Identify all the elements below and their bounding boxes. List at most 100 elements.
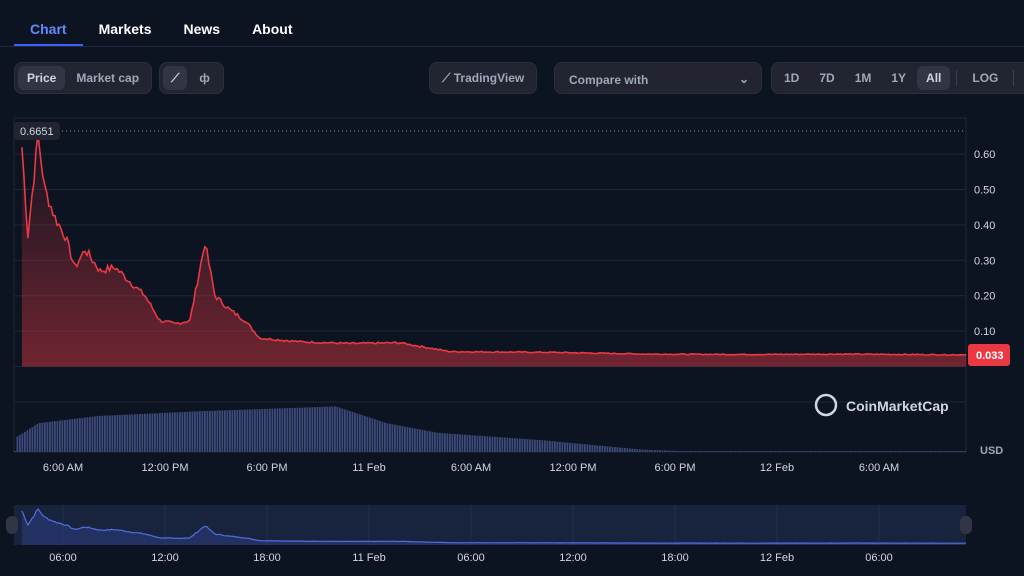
- volume-bar: [594, 445, 596, 452]
- volume-bar: [534, 439, 536, 452]
- volume-bar: [294, 407, 296, 452]
- volume-bar: [386, 423, 389, 452]
- volume-bar: [581, 444, 584, 452]
- volume-bar: [466, 434, 469, 452]
- volume-bar: [364, 415, 366, 452]
- volume-bar: [314, 407, 316, 452]
- volume-bar: [96, 416, 99, 452]
- volume-bar: [349, 411, 351, 452]
- volume-bar: [674, 450, 676, 452]
- volume-bar: [586, 444, 589, 452]
- high-label: 0.6651: [20, 126, 54, 138]
- volume-bar: [649, 449, 651, 452]
- volume-bar: [74, 418, 76, 452]
- volume-bar: [801, 451, 804, 452]
- volume-bar: [839, 451, 841, 452]
- volume-bar: [871, 451, 874, 452]
- volume-bar: [634, 448, 636, 452]
- volume-bar: [891, 451, 894, 452]
- volume-bar: [604, 446, 606, 452]
- x-tick-label: 6:00 AM: [859, 462, 899, 474]
- volume-bar: [519, 438, 521, 452]
- volume-bar: [764, 451, 766, 452]
- volume-bar: [596, 445, 599, 452]
- volume-bar: [654, 450, 656, 452]
- volume-bar: [276, 408, 279, 452]
- volume-bar: [589, 444, 591, 452]
- volume-bar: [326, 406, 329, 452]
- volume-bar: [189, 411, 191, 452]
- volume-bar: [274, 408, 276, 452]
- volume-bar: [556, 441, 559, 452]
- volume-bar: [186, 411, 189, 452]
- volume-bar: [346, 410, 349, 452]
- volume-bar: [481, 435, 484, 452]
- volume-bar: [451, 433, 454, 452]
- volume-bar: [471, 435, 474, 452]
- volume-bar: [369, 417, 371, 452]
- volume-bar: [194, 411, 196, 452]
- volume-bar: [181, 412, 184, 452]
- volume-bar: [139, 414, 141, 452]
- navigator-x-tick-label: 06:00: [49, 552, 77, 564]
- volume-bar: [206, 410, 209, 452]
- volume-bar: [501, 437, 504, 452]
- volume-bar: [224, 410, 226, 452]
- volume-bar: [684, 451, 686, 452]
- volume-bar: [166, 412, 169, 452]
- volume-bar: [541, 440, 544, 452]
- volume-bar: [861, 451, 864, 452]
- volume-bar: [201, 411, 204, 452]
- volume-bar: [106, 415, 109, 452]
- volume-bar: [536, 439, 539, 452]
- volume-bar: [311, 407, 314, 452]
- volume-bar: [881, 451, 884, 452]
- volume-bar: [244, 409, 246, 452]
- last-price-label: 0.033: [976, 350, 1004, 362]
- volume-bar: [149, 413, 151, 452]
- volume-bar: [494, 436, 496, 452]
- navigator-left-handle[interactable]: [6, 516, 18, 534]
- volume-bar: [626, 448, 629, 452]
- y-tick-label: 0.40: [974, 220, 995, 232]
- volume-bar: [906, 451, 909, 452]
- volume-bar: [379, 420, 381, 452]
- volume-bar: [849, 451, 851, 452]
- volume-bar: [36, 423, 39, 452]
- volume-bar: [324, 406, 326, 452]
- price-line: [21, 134, 966, 357]
- volume-bar: [786, 451, 789, 452]
- volume-bar: [91, 416, 94, 452]
- volume-bar: [761, 451, 764, 452]
- volume-bar: [809, 451, 811, 452]
- volume-bar: [229, 410, 231, 452]
- volume-bar: [396, 425, 399, 452]
- volume-bar: [841, 451, 844, 452]
- volume-bar: [736, 451, 739, 452]
- volume-bar: [426, 430, 429, 452]
- volume-bar: [946, 451, 949, 452]
- volume-bar: [521, 438, 524, 452]
- volume-bar: [934, 451, 936, 452]
- volume-bar: [701, 451, 704, 452]
- volume-bar: [71, 419, 74, 452]
- navigator-right-handle[interactable]: [960, 516, 972, 534]
- price-chart[interactable]: 0.6651 0.033 USD CoinMarketCap 6:00 AM 12…: [0, 0, 1024, 576]
- x-tick-label: 6:00 AM: [451, 462, 491, 474]
- volume-bar: [446, 433, 449, 452]
- volume-bar: [391, 424, 394, 452]
- volume-bar: [859, 451, 861, 452]
- volume-bar: [266, 408, 269, 452]
- volume-bar: [431, 431, 434, 452]
- volume-bar: [796, 451, 799, 452]
- volume-bar: [479, 435, 481, 452]
- volume-bar: [886, 451, 889, 452]
- watermark: CoinMarketCap: [814, 393, 949, 417]
- volume-bar: [374, 419, 376, 452]
- volume-bar: [734, 451, 736, 452]
- volume-bar: [161, 412, 164, 452]
- volume-bar: [531, 439, 534, 452]
- volume-bar: [576, 443, 579, 452]
- volume-bar: [641, 449, 644, 452]
- volume-bar: [956, 451, 959, 452]
